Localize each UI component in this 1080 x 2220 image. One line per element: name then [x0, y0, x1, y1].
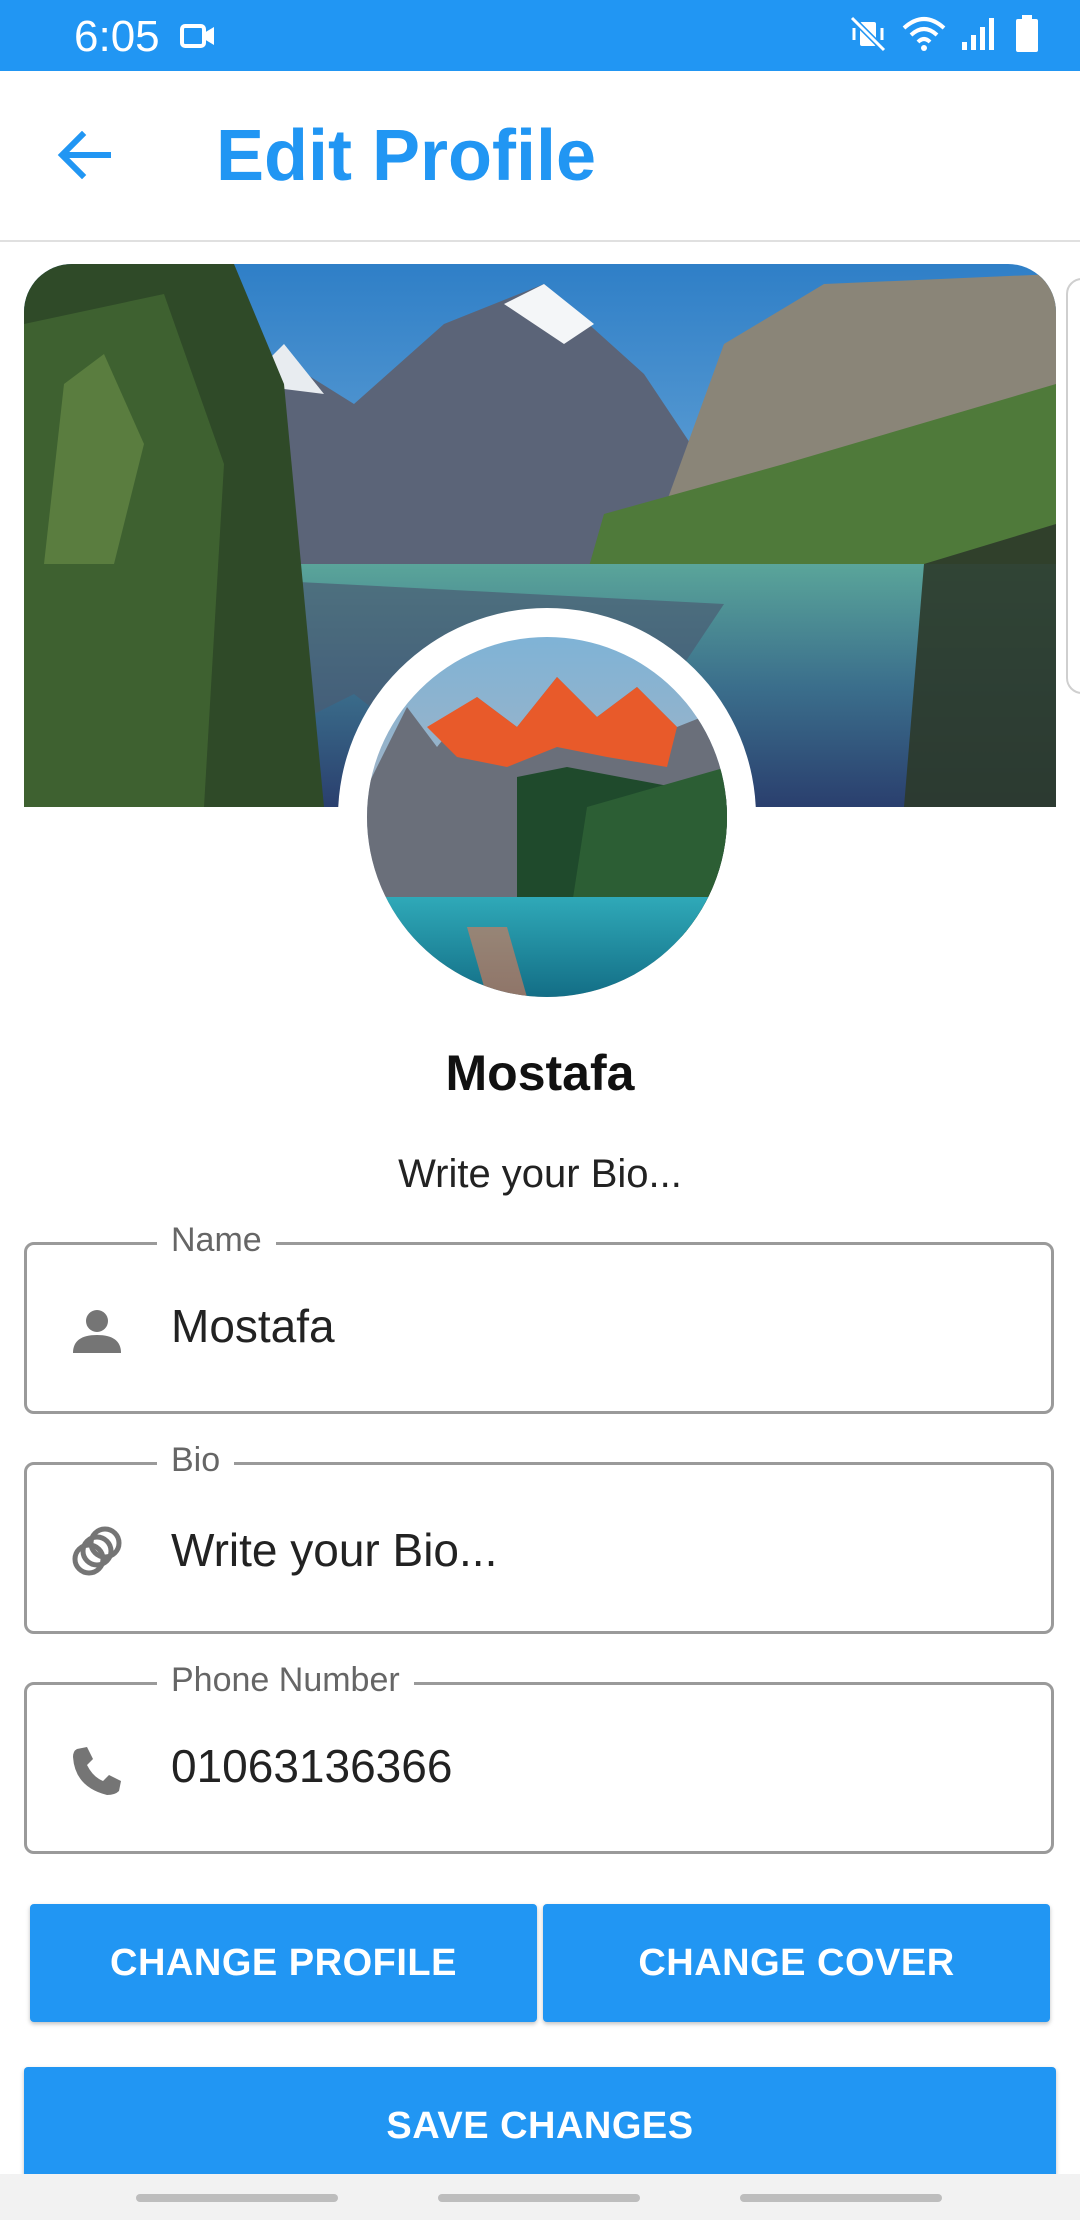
status-icons — [848, 14, 1040, 54]
name-field-value: Mostafa — [171, 1300, 335, 1352]
nav-recents-button[interactable] — [136, 2194, 338, 2202]
phone-icon — [67, 1741, 127, 1801]
video-camera-icon — [180, 20, 216, 52]
phone-field-label: Phone Number — [157, 1661, 414, 1700]
rings-icon — [67, 1521, 127, 1581]
profile-bio: Write your Bio... — [398, 1152, 682, 1196]
save-changes-button[interactable]: SAVE CHANGES — [24, 2067, 1056, 2185]
bio-input[interactable] — [171, 1515, 1011, 1585]
wifi-icon — [902, 14, 946, 54]
adjacent-page-edge — [1066, 278, 1080, 694]
system-nav-bar — [0, 2174, 1080, 2220]
bio-field-label: Bio — [157, 1441, 235, 1480]
battery-icon — [1014, 14, 1040, 54]
signal-icon — [960, 14, 1000, 54]
arrow-back-icon — [56, 130, 112, 184]
change-profile-button[interactable]: CHANGE PROFILE — [30, 1904, 537, 2022]
change-cover-button[interactable]: CHANGE COVER — [543, 1904, 1050, 2022]
name-field[interactable]: Name Mostafa — [24, 1221, 1054, 1414]
status-bar: 6:05 — [0, 0, 1080, 71]
phone-field[interactable]: Phone Number 01063136366 — [24, 1661, 1054, 1854]
profile-name: Mostafa — [445, 1045, 635, 1101]
name-field-label: Name — [157, 1221, 276, 1260]
status-time: 6:05 — [74, 12, 160, 61]
bio-field[interactable]: Bio — [24, 1441, 1054, 1634]
person-icon — [67, 1301, 127, 1361]
vibrate-mute-icon — [848, 14, 888, 54]
nav-back-button[interactable] — [740, 2194, 942, 2202]
app-bar: Edit Profile — [0, 71, 1080, 242]
nav-home-button[interactable] — [438, 2194, 640, 2202]
page-title: Edit Profile — [216, 116, 597, 196]
phone-field-value: 01063136366 — [171, 1740, 453, 1792]
back-button[interactable] — [48, 121, 120, 193]
avatar — [367, 637, 727, 997]
